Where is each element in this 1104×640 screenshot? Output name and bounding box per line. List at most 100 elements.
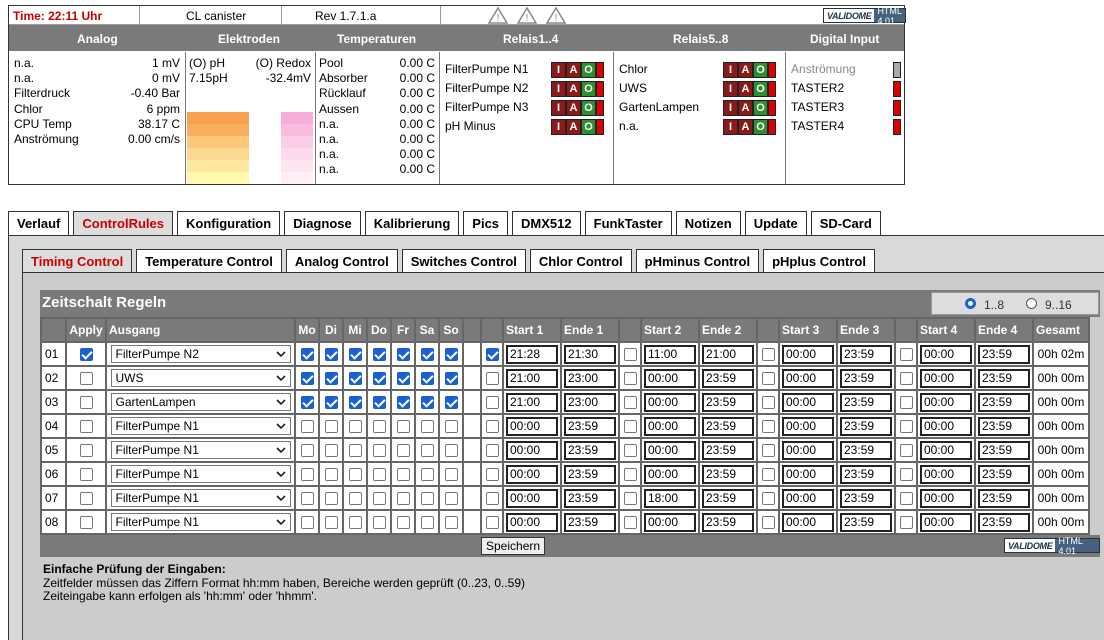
day-checkbox[interactable] xyxy=(444,372,458,386)
tab-konfiguration[interactable]: Konfiguration xyxy=(176,211,281,235)
relay-mode-i[interactable]: I xyxy=(551,119,566,135)
relay-mode-a[interactable]: A xyxy=(566,119,581,135)
day-checkbox[interactable] xyxy=(300,348,314,362)
start-time-input[interactable]: 00:00 xyxy=(782,344,834,364)
period-enable-checkbox[interactable] xyxy=(899,444,913,458)
day-checkbox[interactable] xyxy=(300,492,314,506)
end-time-input[interactable]: 23:59 xyxy=(840,392,892,412)
day-checkbox[interactable] xyxy=(324,420,338,434)
end-time-input[interactable]: 23:59 xyxy=(564,440,616,460)
day-checkbox[interactable] xyxy=(324,516,338,530)
ausgang-select[interactable]: FilterPumpe N2 xyxy=(110,345,291,363)
subtab-switches-control[interactable]: Switches Control xyxy=(401,249,526,273)
day-checkbox[interactable] xyxy=(348,420,362,434)
end-time-input[interactable]: 21:30 xyxy=(564,344,616,364)
period-enable-checkbox[interactable] xyxy=(485,492,499,506)
relay-mode-i[interactable]: I xyxy=(723,62,738,78)
period-enable-checkbox[interactable] xyxy=(485,348,499,362)
validator-badge[interactable]: VALIDOME HTML 4.01 xyxy=(823,6,906,26)
relay-mode-a[interactable]: A xyxy=(566,81,581,97)
day-checkbox[interactable] xyxy=(396,468,410,482)
period-enable-checkbox[interactable] xyxy=(899,420,913,434)
start-time-input[interactable]: 00:00 xyxy=(644,464,696,484)
day-checkbox[interactable] xyxy=(348,372,362,386)
day-checkbox[interactable] xyxy=(348,492,362,506)
subtab-timing-control[interactable]: Timing Control xyxy=(22,249,133,273)
period-enable-checkbox[interactable] xyxy=(761,516,775,530)
period-enable-checkbox[interactable] xyxy=(485,468,499,482)
start-time-input[interactable]: 00:00 xyxy=(782,464,834,484)
end-time-input[interactable]: 23:59 xyxy=(840,512,892,532)
end-time-input[interactable]: 23:59 xyxy=(702,440,754,460)
radio-range-9-16[interactable] xyxy=(1026,298,1037,309)
period-enable-checkbox[interactable] xyxy=(485,420,499,434)
day-checkbox[interactable] xyxy=(372,348,386,362)
end-time-input[interactable]: 23:59 xyxy=(702,512,754,532)
day-checkbox[interactable] xyxy=(372,492,386,506)
period-enable-checkbox[interactable] xyxy=(485,516,499,530)
day-checkbox[interactable] xyxy=(396,516,410,530)
tab-kalibrierung[interactable]: Kalibrierung xyxy=(364,211,460,235)
tab-notizen[interactable]: Notizen xyxy=(675,211,741,235)
relay-mode-o[interactable]: O xyxy=(753,119,768,135)
day-checkbox[interactable] xyxy=(300,420,314,434)
subtab-analog-control[interactable]: Analog Control xyxy=(285,249,398,273)
start-time-input[interactable]: 00:00 xyxy=(506,416,558,436)
period-enable-checkbox[interactable] xyxy=(623,492,637,506)
end-time-input[interactable]: 23:59 xyxy=(564,488,616,508)
day-checkbox[interactable] xyxy=(420,396,434,410)
period-enable-checkbox[interactable] xyxy=(899,492,913,506)
start-time-input[interactable]: 00:00 xyxy=(644,392,696,412)
end-time-input[interactable]: 23:00 xyxy=(564,392,616,412)
apply-checkbox[interactable] xyxy=(79,444,93,458)
period-enable-checkbox[interactable] xyxy=(761,372,775,386)
ausgang-select[interactable]: FilterPumpe N1 xyxy=(110,513,291,531)
day-checkbox[interactable] xyxy=(372,516,386,530)
ausgang-select[interactable]: FilterPumpe N1 xyxy=(110,465,291,483)
apply-checkbox[interactable] xyxy=(79,492,93,506)
period-enable-checkbox[interactable] xyxy=(761,492,775,506)
end-time-input[interactable]: 23:59 xyxy=(978,344,1030,364)
day-checkbox[interactable] xyxy=(372,396,386,410)
save-button[interactable]: Speichern xyxy=(481,537,546,555)
start-time-input[interactable]: 00:00 xyxy=(506,440,558,460)
start-time-input[interactable]: 00:00 xyxy=(920,392,972,412)
day-checkbox[interactable] xyxy=(348,348,362,362)
day-checkbox[interactable] xyxy=(300,516,314,530)
start-time-input[interactable]: 00:00 xyxy=(920,416,972,436)
start-time-input[interactable]: 00:00 xyxy=(644,416,696,436)
period-enable-checkbox[interactable] xyxy=(485,396,499,410)
start-time-input[interactable]: 00:00 xyxy=(920,440,972,460)
relay-mode-o[interactable]: O xyxy=(581,119,596,135)
subtab-phplus-control[interactable]: pHplus Control xyxy=(763,249,875,273)
relay-mode-i[interactable]: I xyxy=(723,119,738,135)
period-enable-checkbox[interactable] xyxy=(623,372,637,386)
start-time-input[interactable]: 00:00 xyxy=(644,512,696,532)
day-checkbox[interactable] xyxy=(324,372,338,386)
start-time-input[interactable]: 00:00 xyxy=(782,440,834,460)
apply-checkbox[interactable] xyxy=(79,516,93,530)
relay-mode-a[interactable]: A xyxy=(738,100,753,116)
relay-mode-i[interactable]: I xyxy=(723,100,738,116)
start-time-input[interactable]: 00:00 xyxy=(644,368,696,388)
relay-switch[interactable]: IAO xyxy=(723,119,776,135)
tab-sd-card[interactable]: SD-Card xyxy=(810,211,881,235)
day-checkbox[interactable] xyxy=(324,468,338,482)
day-checkbox[interactable] xyxy=(444,444,458,458)
end-time-input[interactable]: 23:59 xyxy=(702,488,754,508)
end-time-input[interactable]: 23:59 xyxy=(978,488,1030,508)
start-time-input[interactable]: 00:00 xyxy=(782,488,834,508)
tab-funktaster[interactable]: FunkTaster xyxy=(584,211,672,235)
ausgang-select[interactable]: FilterPumpe N1 xyxy=(110,441,291,459)
end-time-input[interactable]: 23:59 xyxy=(564,464,616,484)
relay-mode-i[interactable]: I xyxy=(723,81,738,97)
period-enable-checkbox[interactable] xyxy=(899,468,913,482)
relay-mode-o[interactable]: O xyxy=(753,81,768,97)
subtab-chlor-control[interactable]: Chlor Control xyxy=(529,249,632,273)
day-checkbox[interactable] xyxy=(324,492,338,506)
start-time-input[interactable]: 00:00 xyxy=(920,368,972,388)
start-time-input[interactable]: 00:00 xyxy=(506,512,558,532)
period-enable-checkbox[interactable] xyxy=(623,348,637,362)
relay-switch[interactable]: IAO xyxy=(551,81,604,97)
tab-verlauf[interactable]: Verlauf xyxy=(8,211,70,235)
